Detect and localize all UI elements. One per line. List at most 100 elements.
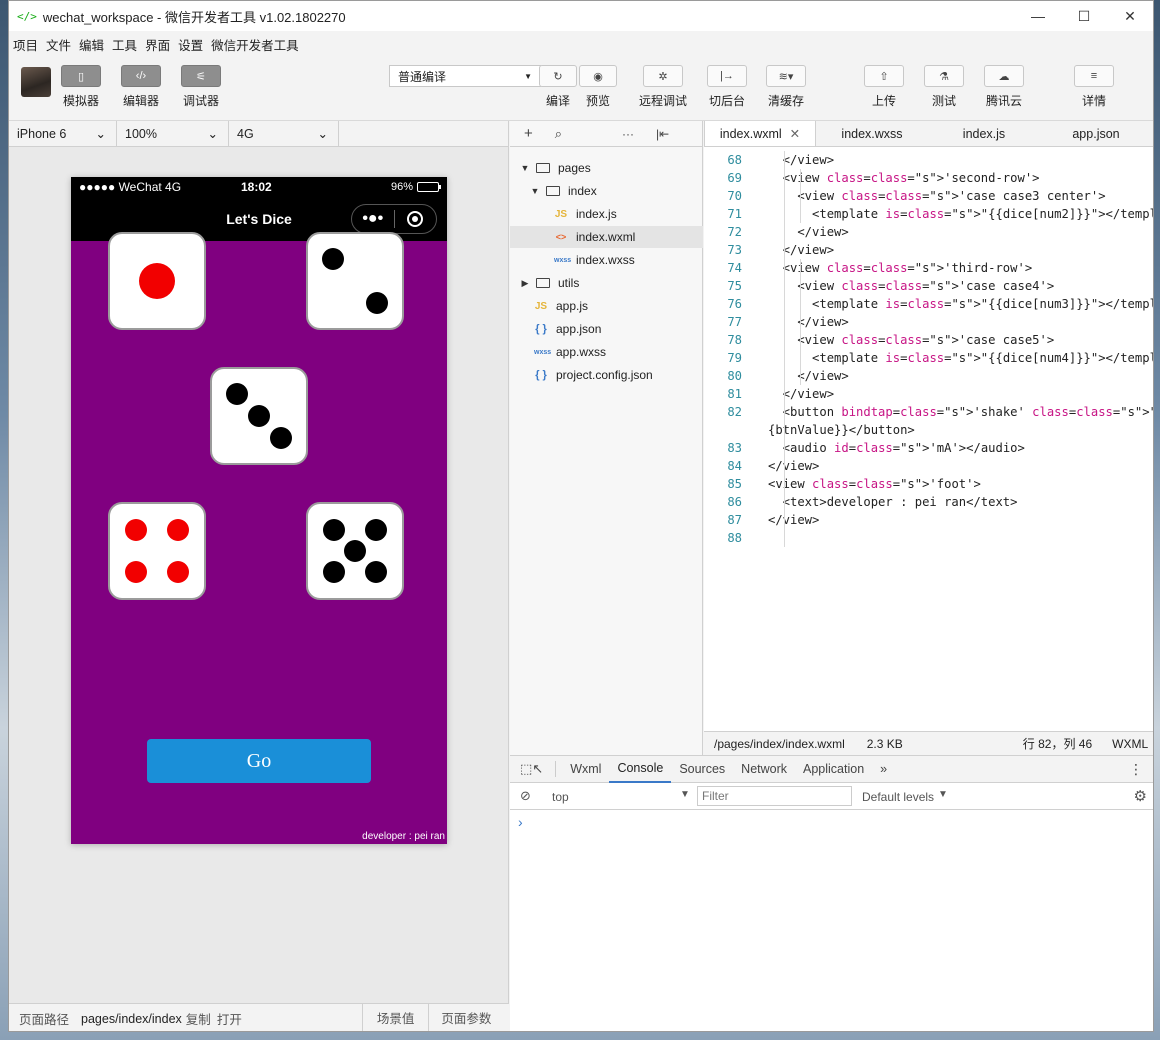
tree-file-app-js[interactable]: JS app.js (510, 295, 703, 317)
code-line: 88 (704, 529, 1153, 547)
search-icon[interactable]: ⌕ (555, 126, 562, 142)
tree-label: index.js (576, 207, 617, 221)
die-pip (364, 560, 387, 583)
gear-icon[interactable]: ⚙ (1134, 787, 1147, 805)
more-tabs-icon[interactable]: » (872, 756, 895, 783)
tree-file-app-json[interactable]: { } app.json (510, 318, 703, 340)
menu-file[interactable]: 文件 (46, 35, 77, 54)
menu-settings[interactable]: 设置 (178, 35, 209, 54)
code-area[interactable]: 68 </view> 69 <view class=class="s">'seco… (704, 147, 1153, 731)
code-text: {btnValue}}</button> (768, 423, 915, 437)
console-prompt[interactable]: › (510, 810, 1153, 830)
more-icon[interactable]: •●• (352, 210, 394, 228)
tree-label: index (568, 184, 597, 198)
line-number: 73 (727, 243, 742, 257)
tab-network[interactable]: Network (733, 756, 795, 783)
tab-application[interactable]: Application (795, 756, 872, 783)
simulator-toggle[interactable]: ▯ 模拟器 (61, 65, 101, 109)
menu-wechat-devtools[interactable]: 微信开发者工具 (211, 35, 305, 54)
tree-folder-index[interactable]: ▼ index (510, 180, 703, 202)
folder-icon (536, 163, 550, 173)
close-mini-program-icon[interactable] (395, 211, 437, 227)
code-line: 72 </view> (704, 223, 1153, 241)
menu-bar: 项目 文件 编辑 工具 界面 设置 微信开发者工具 (9, 31, 1153, 57)
maximize-icon[interactable]: ☐ (1061, 1, 1107, 31)
tab-index-wxss[interactable]: index.wxss (816, 121, 928, 146)
die-pip (166, 560, 189, 583)
chevron-down-icon: ⌄ (317, 127, 328, 141)
clear-cache-button[interactable]: ≋▾ 清缓存 (766, 65, 806, 109)
tree-folder-pages[interactable]: ▼ pages (510, 157, 703, 179)
line-number: 76 (727, 297, 742, 311)
menu-project[interactable]: 项目 (13, 35, 44, 54)
clear-console-icon[interactable]: ⊘ (520, 788, 531, 804)
menu-view[interactable]: 界面 (145, 35, 176, 54)
collapse-panel-icon[interactable]: |⇤ (656, 127, 669, 141)
code-line: 86 <text>developer : pei ran</text> (704, 493, 1153, 511)
page-params-button[interactable]: 页面参数 (428, 1003, 491, 1031)
levels-select[interactable]: Default levels (862, 790, 934, 804)
zoom-select[interactable]: 100% ⌄ (117, 121, 229, 146)
die-pip (364, 519, 387, 542)
preview-button[interactable]: ◉ 预览 (579, 65, 617, 109)
device-value: iPhone 6 (17, 126, 67, 141)
details-button[interactable]: ≡ 详情 (1074, 65, 1114, 109)
tab-console[interactable]: Console (609, 756, 672, 783)
tree-file-index-js[interactable]: JS index.js (510, 203, 703, 225)
code-text: </view> (768, 315, 849, 329)
code-line: 85 <view class=class="s">'foot'> (704, 475, 1153, 493)
close-icon[interactable]: ✕ (1107, 1, 1153, 31)
code-line: 77 </view> (704, 313, 1153, 331)
die-5 (306, 502, 404, 600)
close-tab-icon[interactable]: ✕ (790, 126, 800, 141)
code-line: 82 <button bindtap=class="s">'shake' cla… (704, 403, 1153, 421)
tab-wxml[interactable]: Wxml (562, 756, 609, 783)
tab-label: index.js (962, 126, 1006, 141)
flask-icon: ⚗ (924, 65, 964, 87)
device-select[interactable]: iPhone 6 ⌄ (9, 121, 117, 146)
kebab-menu-icon[interactable]: ⋮ (1129, 761, 1143, 778)
tree-file-app-wxss[interactable]: wxss app.wxss (510, 341, 703, 363)
tree-file-index-wxml[interactable]: <> index.wxml (510, 226, 703, 248)
compile-button[interactable]: ↻ 编译 (539, 65, 577, 109)
background-button[interactable]: |→ 切后台 (707, 65, 747, 109)
menu-tools[interactable]: 工具 (112, 35, 143, 54)
copy-path-link[interactable]: 复制 (186, 1009, 211, 1028)
more-options-icon[interactable]: ··· (622, 127, 634, 141)
test-button[interactable]: ⚗ 测试 (924, 65, 964, 109)
compile-mode-select[interactable]: 普通编译 ▼ (389, 65, 541, 87)
add-icon[interactable]: + (524, 125, 533, 142)
open-path-link[interactable]: 打开 (217, 1009, 242, 1028)
upload-button[interactable]: ⇧ 上传 (864, 65, 904, 109)
tab-index-wxml[interactable]: index.wxml ✕ (704, 121, 816, 146)
tencent-cloud-button[interactable]: ☁ 腾讯云 (984, 65, 1024, 109)
code-text: </view> (768, 459, 820, 473)
details-label: 详情 (1081, 94, 1106, 108)
inspect-element-icon[interactable]: ⬚↖ (520, 761, 543, 777)
tree-folder-utils[interactable]: ▶ utils (510, 272, 703, 294)
go-button[interactable]: Go (147, 739, 371, 783)
folder-icon (546, 186, 560, 196)
line-number: 75 (727, 279, 742, 293)
scene-value-button[interactable]: 场景值 (361, 1003, 414, 1031)
cursor-position[interactable]: 行 82，列 46 (1023, 735, 1092, 752)
line-number: 70 (727, 189, 742, 203)
tab-sources[interactable]: Sources (671, 756, 733, 783)
menu-edit[interactable]: 编辑 (79, 35, 110, 54)
filter-input[interactable]: Filter (697, 786, 852, 806)
tab-app-json[interactable]: app.json (1040, 121, 1152, 146)
context-select[interactable]: top (552, 790, 569, 804)
phone-status-bar: ●●●●● WeChat 4G 18:02 96% (71, 177, 447, 197)
tab-index-js[interactable]: index.js (928, 121, 1040, 146)
avatar[interactable] (21, 67, 51, 97)
minimize-icon[interactable]: — (1015, 1, 1061, 31)
code-line: 70 <view class=class="s">'case case3 cen… (704, 187, 1153, 205)
debugger-toggle[interactable]: ⚟ 调试器 (181, 65, 221, 109)
simulator-label: 模拟器 (62, 94, 99, 108)
remote-debug-button[interactable]: ✲ 远程调试 (639, 65, 687, 109)
editor-toggle[interactable]: ‹/› 编辑器 (121, 65, 161, 109)
tree-file-index-wxss[interactable]: wxss index.wxss (510, 249, 703, 271)
tree-file-project-config[interactable]: { } project.config.json (510, 364, 703, 386)
network-select[interactable]: 4G ⌄ (229, 121, 339, 146)
language-mode[interactable]: WXML (1112, 737, 1148, 751)
